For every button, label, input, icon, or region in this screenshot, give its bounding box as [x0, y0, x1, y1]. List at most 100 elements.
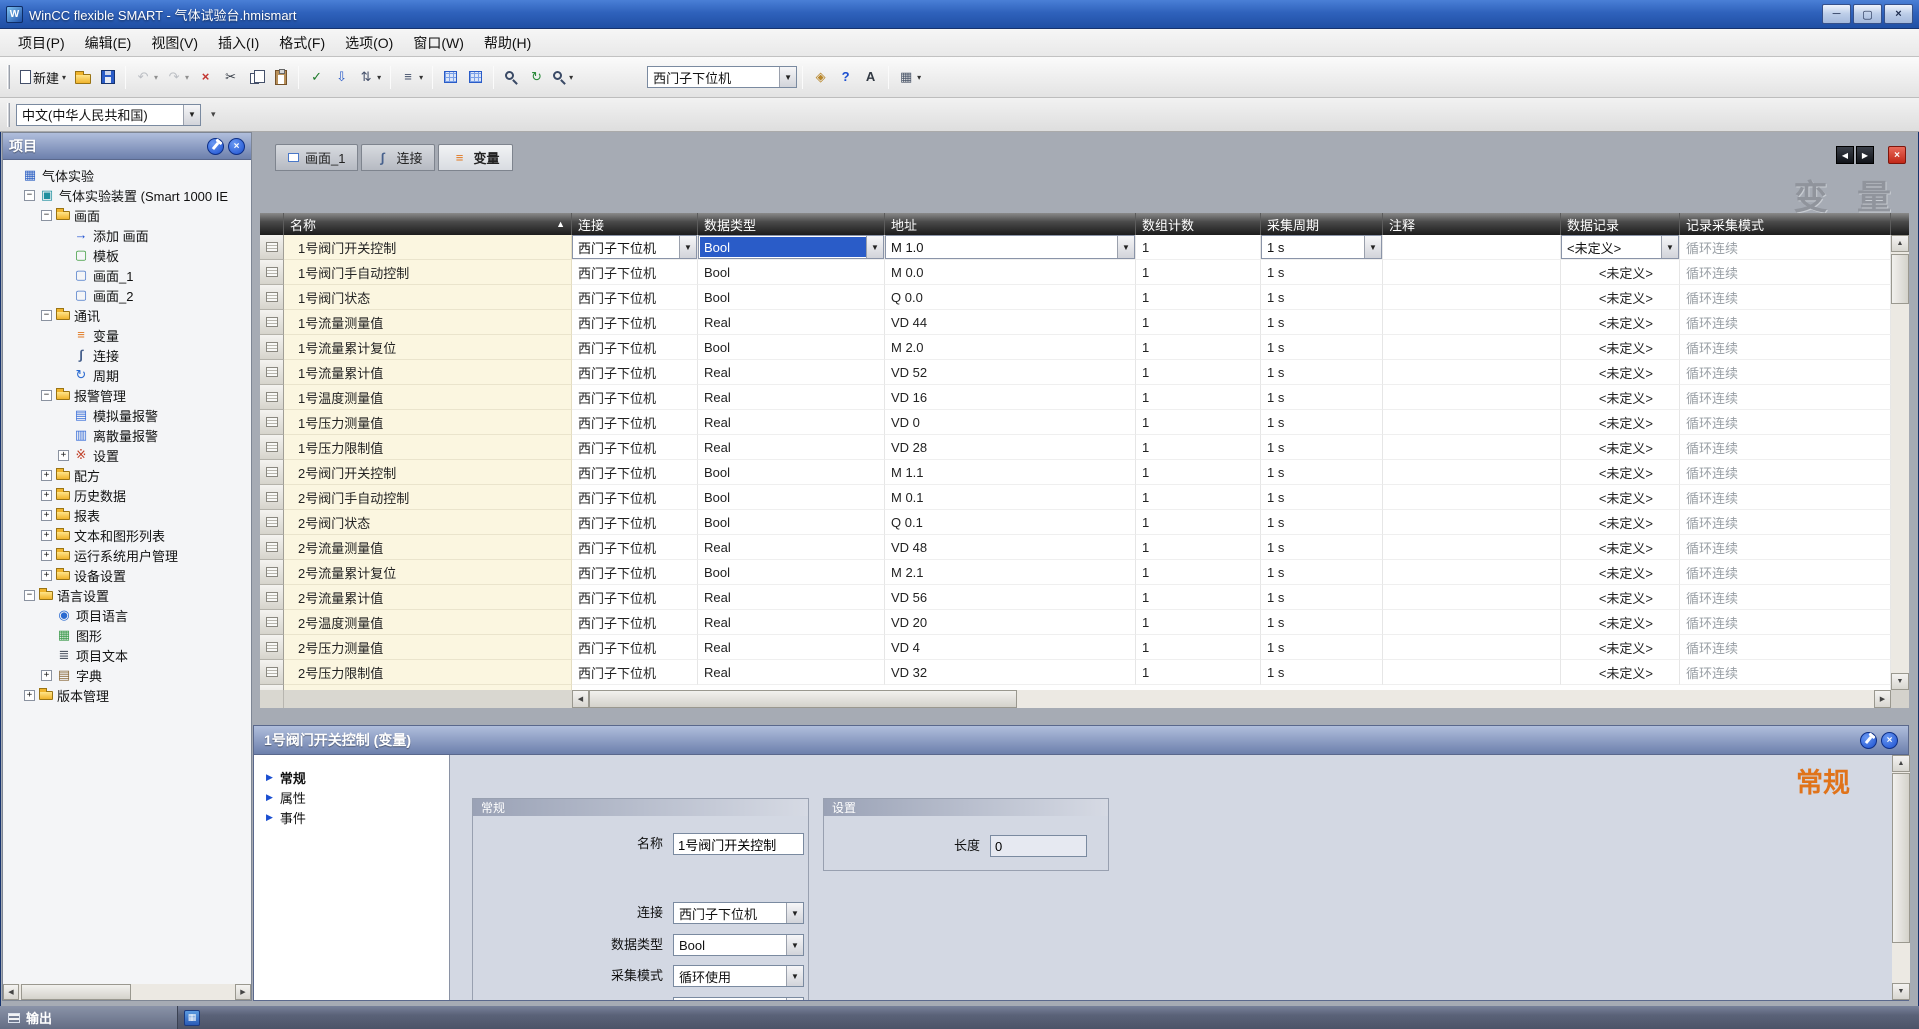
close-icon[interactable]: × — [1881, 731, 1898, 749]
column-header-name[interactable]: 名称 ▲ — [284, 213, 572, 235]
find-next-button[interactable]: ▾ — [549, 64, 577, 90]
scroll-thumb[interactable] — [21, 984, 131, 1000]
cell-address[interactable]: VD 16 — [885, 385, 1136, 410]
acquisition-mode-select[interactable]: 循环使用 ▼ — [673, 965, 804, 987]
cell-name[interactable]: 2号压力限制值 — [284, 660, 572, 685]
paste-button[interactable] — [268, 64, 293, 90]
cell-cycle[interactable]: 1 s — [1261, 260, 1383, 285]
replace-button[interactable]: ↻ — [524, 64, 549, 90]
cell-comment[interactable] — [1383, 510, 1561, 535]
cell-connection[interactable]: 西门子下位机 — [572, 660, 698, 685]
menu-item-window[interactable]: 窗口(W) — [403, 29, 474, 57]
tree-item-language-settings[interactable]: − 语言设置 — [3, 585, 251, 605]
cell-record[interactable]: <未定义> — [1561, 410, 1680, 435]
close-button[interactable]: × — [1884, 4, 1913, 24]
cell-address[interactable]: VD 44 — [885, 310, 1136, 335]
property-vscrollbar[interactable]: ▲ ▼ — [1892, 755, 1910, 1000]
tree-item-discrete-alarms[interactable]: ▥ 离散量报警 — [3, 425, 251, 445]
save-button[interactable] — [95, 64, 120, 90]
cell-count[interactable]: 1 — [1136, 410, 1261, 435]
scroll-thumb[interactable] — [1891, 254, 1909, 304]
cell-name[interactable]: 1号压力测量值 — [284, 410, 572, 435]
cell-comment[interactable] — [1383, 285, 1561, 310]
cell-cycle[interactable]: 1 s — [1261, 410, 1383, 435]
cell-datatype[interactable]: Real — [698, 635, 885, 660]
cell-comment[interactable] — [1383, 660, 1561, 685]
row-selector[interactable] — [260, 535, 284, 560]
scroll-thumb[interactable] — [1892, 773, 1910, 943]
cell-address[interactable]: M 2.0 — [885, 335, 1136, 360]
table-row[interactable]: 2号流量累计复位 西门子下位机 Bool M 2.1 1 1 s <未定义> 循环连续 — [260, 560, 1891, 585]
cell-address[interactable]: VD 0 — [885, 410, 1136, 435]
prop-nav-properties[interactable]: ▶ 属性 — [254, 787, 449, 807]
cell-mode[interactable]: 循环连续 — [1680, 610, 1891, 635]
tag-label-button[interactable]: ◈ — [808, 64, 833, 90]
cell-datatype[interactable]: Real — [698, 435, 885, 460]
scroll-right-icon[interactable]: ▶ — [1874, 690, 1891, 708]
cell-name[interactable]: 2号阀门开关控制 — [284, 460, 572, 485]
cell-count[interactable]: 1 — [1136, 360, 1261, 385]
scroll-thumb[interactable] — [589, 690, 1017, 708]
cell-datatype[interactable]: Bool — [698, 510, 885, 535]
cell-count[interactable]: 1 — [1136, 385, 1261, 410]
table-row[interactable]: 1号流量测量值 西门子下位机 Real VD 44 1 1 s <未定义> 循环连续 — [260, 310, 1891, 335]
expand-icon[interactable]: + — [41, 669, 52, 681]
tree-item-text-graphic-lists[interactable]: + 文本和图形列表 — [3, 525, 251, 545]
cell-cycle[interactable]: 1 s — [1261, 335, 1383, 360]
spellcheck-button[interactable]: A — [858, 64, 883, 90]
cell-mode[interactable]: 循环连续 — [1680, 510, 1891, 535]
cell-comment[interactable] — [1383, 310, 1561, 335]
table-row[interactable]: 2号流量测量值 西门子下位机 Real VD 48 1 1 s <未定义> 循环连续 — [260, 535, 1891, 560]
cell-count[interactable]: 1 — [1136, 435, 1261, 460]
column-header-datatype[interactable]: 数据类型 — [698, 213, 885, 235]
language-bar-grip[interactable] — [7, 102, 10, 127]
cell-count[interactable]: 1 — [1136, 610, 1261, 635]
chevron-down-icon[interactable]: ▼ — [866, 236, 883, 258]
cell-address[interactable]: M 0.1 — [885, 485, 1136, 510]
maximize-button[interactable]: ▢ — [1853, 4, 1882, 24]
generate-button[interactable]: ✓ — [304, 64, 329, 90]
cell-count[interactable]: 1 — [1136, 585, 1261, 610]
chevron-down-icon[interactable]: ▼ — [183, 104, 200, 125]
name-field[interactable] — [673, 833, 804, 855]
cell-datatype[interactable]: Real — [698, 535, 885, 560]
cell-mode[interactable]: 循环连续 — [1680, 235, 1891, 260]
column-header-comment[interactable]: 注释 — [1383, 213, 1561, 235]
cell-record[interactable]: <未定义> — [1561, 560, 1680, 585]
cell-connection[interactable]: 西门子下位机 — [572, 485, 698, 510]
expand-icon[interactable]: + — [41, 569, 52, 581]
row-selector[interactable] — [260, 585, 284, 610]
cell-name[interactable]: 2号阀门状态 — [284, 510, 572, 535]
copy-button[interactable] — [243, 64, 268, 90]
menu-item-edit[interactable]: 编辑(E) — [75, 29, 142, 57]
datatype-select[interactable]: Bool ▼ — [673, 934, 804, 956]
chevron-down-icon[interactable]: ▼ — [786, 903, 803, 923]
cell-count[interactable]: 1 — [1136, 510, 1261, 535]
scroll-track[interactable] — [19, 984, 235, 1000]
toolbar-grip[interactable] — [7, 65, 10, 89]
tree-item-alarm-settings[interactable]: + ※ 设置 — [3, 445, 251, 465]
scroll-down-icon[interactable]: ▼ — [1892, 983, 1910, 1000]
menu-item-insert[interactable]: 插入(I) — [208, 29, 269, 57]
cell-cycle[interactable]: 1 s — [1261, 285, 1383, 310]
row-selector[interactable] — [260, 385, 284, 410]
length-field[interactable] — [990, 835, 1087, 857]
context-help-button[interactable]: ? — [833, 64, 858, 90]
cell-comment[interactable] — [1383, 485, 1561, 510]
tree-item-templates[interactable]: ▢ 模板 — [3, 245, 251, 265]
cell-address[interactable]: VD 28 — [885, 435, 1136, 460]
pin-icon[interactable] — [207, 137, 224, 155]
cell-mode[interactable]: 循环连续 — [1680, 310, 1891, 335]
column-header-cycle[interactable]: 采集周期 — [1261, 213, 1383, 235]
chevron-down-icon[interactable]: ▼ — [1661, 236, 1678, 258]
cell-name[interactable]: 2号温度测量值 — [284, 610, 572, 635]
expand-icon[interactable]: + — [41, 509, 52, 521]
chevron-down-icon[interactable]: ▼ — [1364, 236, 1381, 258]
cell-connection[interactable]: 西门子下位机 — [572, 610, 698, 635]
close-icon[interactable]: × — [228, 137, 245, 155]
tree-item-dictionaries[interactable]: + ▤ 字典 — [3, 665, 251, 685]
cell-comment[interactable] — [1383, 535, 1561, 560]
cell-connection[interactable]: 西门子下位机 — [572, 585, 698, 610]
scroll-down-icon[interactable]: ▼ — [1891, 673, 1909, 690]
scroll-right-icon[interactable]: ▶ — [235, 984, 251, 1000]
